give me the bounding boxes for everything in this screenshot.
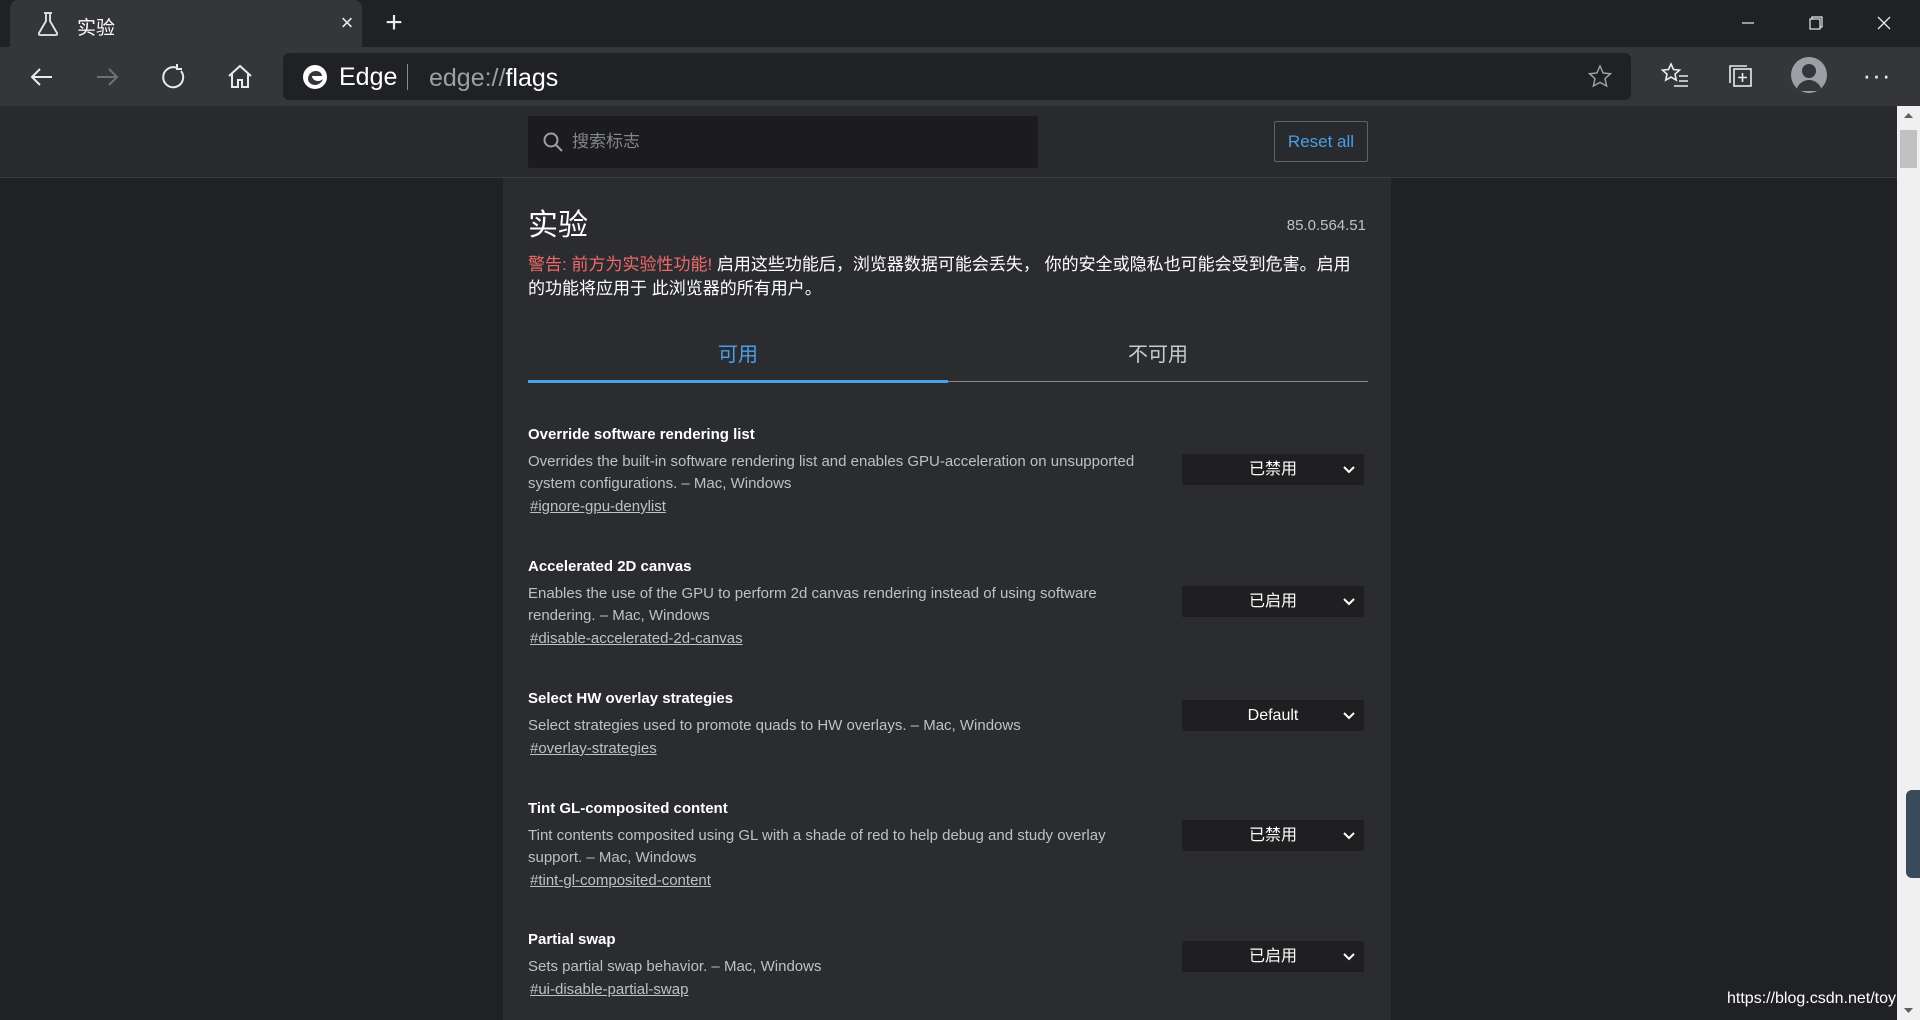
scroll-down-arrow-icon[interactable] — [1897, 1000, 1920, 1020]
flag-select-value: 已启用 — [1248, 593, 1297, 610]
flag-link[interactable]: #ui-disable-partial-swap — [530, 981, 688, 998]
reset-all-button[interactable]: Reset all — [1274, 121, 1368, 162]
flag-item: Select HW overlay strategies Select stra… — [528, 690, 1368, 758]
chevron-down-icon — [1343, 953, 1355, 961]
more-options-icon[interactable]: ··· — [1860, 60, 1894, 90]
flag-select[interactable]: 已启用 — [1182, 941, 1364, 972]
flag-item: Partial swap Sets partial swap behavior.… — [528, 931, 1368, 999]
address-bar[interactable]: Edge edge://flags — [283, 53, 1631, 100]
flag-description: Sets partial swap behavior. – Mac, Windo… — [528, 958, 822, 975]
address-separator — [407, 64, 408, 90]
tab-unavailable[interactable]: 不可用 — [948, 328, 1368, 382]
favorite-star-icon[interactable] — [1586, 63, 1614, 91]
minimize-icon[interactable] — [1728, 8, 1768, 38]
restore-icon[interactable] — [1796, 8, 1836, 38]
flag-link[interactable]: #overlay-strategies — [530, 740, 657, 757]
flag-name: Override software rendering list — [528, 426, 755, 443]
tab-title: 实验 — [77, 18, 116, 39]
home-icon[interactable] — [222, 59, 258, 95]
browser-tab[interactable]: 实验 × — [10, 0, 362, 47]
edge-brand-label: Edge — [339, 63, 398, 91]
flags-content: 实验 85.0.564.51 警告: 前方为实验性功能! 启用这些功能后，浏览器… — [503, 178, 1391, 1020]
search-icon — [543, 132, 563, 152]
watermark-text: https://blog.csdn.net/toy — [1727, 990, 1896, 1007]
flask-icon — [37, 12, 59, 36]
flag-select[interactable]: 已禁用 — [1182, 820, 1364, 851]
side-widget[interactable] — [1906, 790, 1920, 878]
flag-item: Override software rendering list Overrid… — [528, 426, 1368, 516]
warning-message: 警告: 前方为实验性功能! 启用这些功能后，浏览器数据可能会丢失， 你的安全或隐… — [528, 253, 1366, 301]
flag-link[interactable]: #tint-gl-composited-content — [530, 872, 711, 889]
flag-description: Tint contents composited using GL with a… — [528, 827, 1106, 866]
flag-link[interactable]: #disable-accelerated-2d-canvas — [530, 630, 743, 647]
flag-link[interactable]: #ignore-gpu-denylist — [530, 498, 666, 515]
flag-item: Accelerated 2D canvas Enables the use of… — [528, 558, 1368, 648]
flag-select[interactable]: 已禁用 — [1182, 454, 1364, 485]
flag-select-value: 已禁用 — [1248, 461, 1297, 478]
collections-icon[interactable] — [1724, 59, 1758, 93]
page-title: 实验 — [528, 209, 588, 242]
forward-icon[interactable] — [89, 59, 125, 95]
flag-description: Select strategies used to promote quads … — [528, 717, 1021, 734]
flag-description: Overrides the built-in software renderin… — [528, 453, 1135, 492]
flag-select-value: 已禁用 — [1248, 827, 1297, 844]
back-icon[interactable] — [24, 59, 60, 95]
page-scrollbar[interactable] — [1897, 106, 1920, 1020]
url-text[interactable]: edge://flags — [429, 64, 558, 93]
flag-select[interactable]: Default — [1182, 700, 1364, 731]
favorites-icon[interactable] — [1658, 59, 1692, 93]
profile-avatar[interactable] — [1791, 57, 1827, 93]
new-tab-icon[interactable]: + — [381, 8, 407, 38]
edge-logo-icon — [303, 65, 327, 89]
search-box[interactable] — [528, 116, 1038, 168]
close-window-icon[interactable] — [1864, 8, 1904, 38]
title-bar: 实验 × + — [0, 0, 1920, 47]
warning-prefix: 警告: 前方为实验性功能! — [528, 255, 713, 274]
flag-description: Enables the use of the GPU to perform 2d… — [528, 585, 1097, 624]
active-tab-indicator — [528, 380, 948, 383]
refresh-icon[interactable] — [155, 59, 191, 95]
tab-available[interactable]: 可用 — [528, 328, 948, 382]
flag-name: Tint GL-composited content — [528, 800, 728, 817]
chevron-down-icon — [1343, 466, 1355, 474]
flags-tabs: 可用 不可用 — [528, 328, 1368, 383]
scroll-thumb[interactable] — [1900, 130, 1917, 168]
scroll-up-arrow-icon[interactable] — [1897, 106, 1920, 126]
chevron-down-icon — [1343, 598, 1355, 606]
close-tab-icon[interactable]: × — [337, 12, 357, 34]
person-icon — [1796, 64, 1822, 91]
flag-select[interactable]: 已启用 — [1182, 586, 1364, 617]
flags-header: Reset all — [0, 106, 1897, 178]
flag-select-value: 已启用 — [1248, 948, 1297, 965]
flag-item: Tint GL-composited content Tint contents… — [528, 800, 1368, 890]
chevron-down-icon — [1343, 712, 1355, 720]
version-label: 85.0.564.51 — [1286, 217, 1366, 234]
chevron-down-icon — [1343, 832, 1355, 840]
flag-select-value: Default — [1247, 707, 1299, 724]
search-input[interactable] — [572, 116, 1032, 168]
flag-name: Accelerated 2D canvas — [528, 558, 692, 575]
